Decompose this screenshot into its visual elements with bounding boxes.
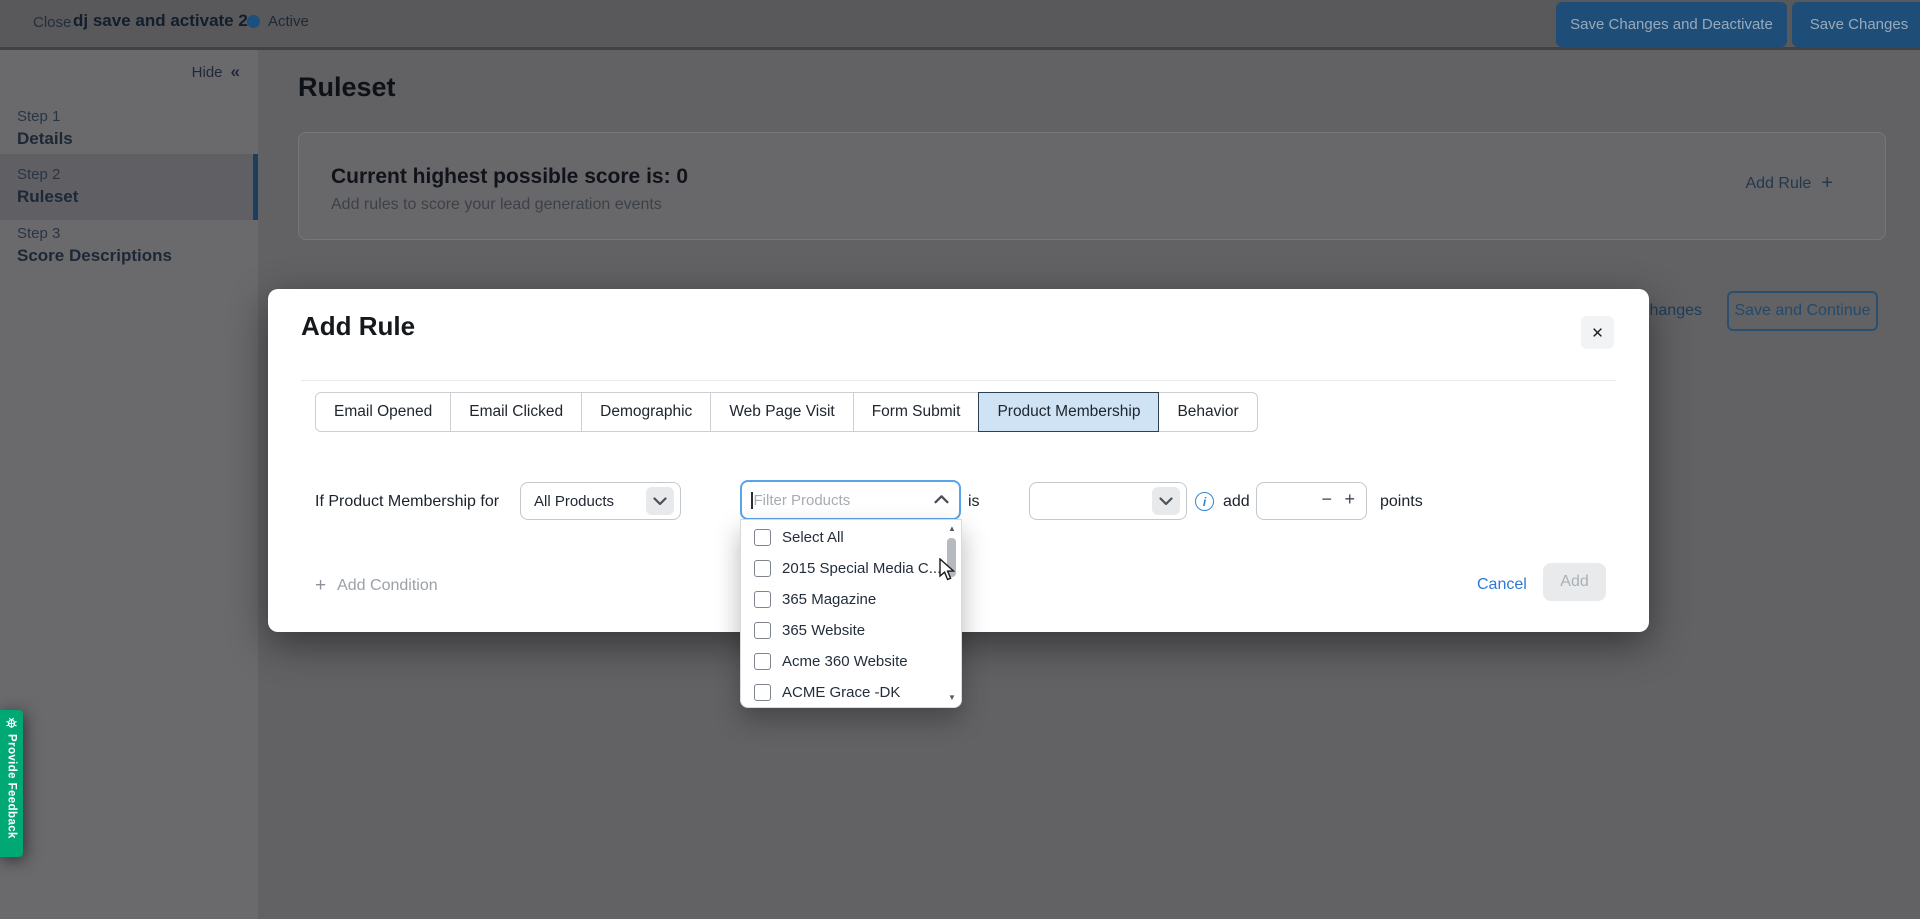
status-label: Active: [268, 13, 309, 30]
dropdown-option[interactable]: Acme 360 Website: [741, 646, 961, 677]
checkbox[interactable]: [754, 653, 771, 670]
rule-prefix-label: If Product Membership for: [315, 493, 499, 511]
add-button[interactable]: Add: [1543, 563, 1606, 601]
tab-form-submit[interactable]: Form Submit: [853, 392, 980, 432]
step-name: Score Descriptions: [17, 244, 258, 267]
steps-sidebar: Hide « Step 1 Details Step 2 Ruleset Ste…: [0, 50, 258, 919]
score-summary-card: Current highest possible score is: 0 Add…: [298, 132, 1886, 240]
status-dot-icon: [247, 15, 260, 28]
dropdown-option[interactable]: 365 Website: [741, 615, 961, 646]
hide-label: Hide: [192, 64, 223, 81]
step-name: Details: [17, 127, 258, 150]
modal-title: Add Rule: [301, 311, 415, 342]
scroll-up-icon[interactable]: ▲: [945, 524, 959, 533]
option-label: 365 Magazine: [782, 591, 876, 608]
step-number: Step 3: [17, 223, 258, 244]
step-name: Ruleset: [17, 185, 253, 208]
status-badge: Active: [247, 13, 309, 30]
divider: [301, 380, 1616, 381]
scroll-down-icon[interactable]: ▼: [945, 693, 959, 702]
add-label: add: [1223, 493, 1250, 511]
option-label: 365 Website: [782, 622, 865, 639]
plus-icon[interactable]: +: [1344, 489, 1355, 510]
plus-icon: +: [315, 575, 326, 597]
option-label: Acme 360 Website: [782, 653, 908, 670]
save-and-continue-button[interactable]: Save and Continue: [1727, 291, 1878, 331]
points-label: points: [1380, 493, 1423, 511]
cancel-button[interactable]: Cancel: [1477, 576, 1527, 594]
page-title: Ruleset: [298, 72, 396, 103]
plus-icon: +: [1821, 172, 1833, 195]
is-label: is: [968, 493, 980, 511]
close-icon[interactable]: ✕: [1581, 316, 1614, 349]
membership-value-select[interactable]: [1029, 482, 1187, 520]
sidebar-item-score-descriptions[interactable]: Step 3 Score Descriptions: [0, 213, 258, 279]
option-label: Select All: [782, 529, 844, 546]
step-number: Step 2: [17, 164, 253, 185]
checkbox[interactable]: [754, 591, 771, 608]
add-rule-label: Add Rule: [1745, 175, 1811, 193]
feedback-label: Provide Feedback: [6, 734, 18, 839]
save-changes-button[interactable]: Save Changes: [1792, 2, 1920, 47]
dropdown-option[interactable]: 365 Magazine: [741, 584, 961, 615]
mouse-cursor: [938, 558, 960, 582]
tab-email-opened[interactable]: Email Opened: [315, 392, 451, 432]
dropdown-option[interactable]: ACME Grace -DK: [741, 677, 961, 708]
hide-sidebar-button[interactable]: Hide «: [192, 62, 240, 82]
add-rule-link[interactable]: Add Rule +: [1745, 172, 1833, 195]
collapse-left-icon: «: [231, 62, 240, 82]
rule-type-tabs: Email Opened Email Clicked Demographic W…: [315, 392, 1258, 432]
close-button[interactable]: Close: [33, 14, 71, 31]
filter-products-input[interactable]: [754, 492, 935, 509]
minus-icon[interactable]: −: [1321, 489, 1332, 510]
chevron-down-icon[interactable]: [646, 487, 674, 515]
product-filter-combobox[interactable]: [740, 480, 961, 520]
product-scope-value: All Products: [534, 493, 646, 510]
save-changes-deactivate-button[interactable]: Save Changes and Deactivate: [1556, 2, 1787, 47]
add-condition-label: Add Condition: [337, 577, 438, 595]
checkbox[interactable]: [754, 622, 771, 639]
provide-feedback-tab[interactable]: Provide Feedback: [0, 710, 23, 857]
checkbox[interactable]: [754, 684, 771, 701]
dropdown-option[interactable]: 2015 Special Media C...: [741, 553, 961, 584]
text-caret: [751, 492, 753, 509]
highest-score-text: Current highest possible score is: 0: [331, 165, 688, 189]
points-stepper[interactable]: − +: [1256, 482, 1367, 520]
checkbox[interactable]: [754, 529, 771, 546]
tab-email-clicked[interactable]: Email Clicked: [450, 392, 582, 432]
checkbox[interactable]: [754, 560, 771, 577]
chevron-down-icon[interactable]: [1152, 487, 1180, 515]
step-number: Step 1: [17, 106, 258, 127]
product-dropdown-list: Select All 2015 Special Media C... 365 M…: [740, 519, 962, 708]
sidebar-item-details[interactable]: Step 1 Details: [0, 96, 258, 162]
dropdown-option-select-all[interactable]: Select All: [741, 522, 961, 553]
sidebar-item-ruleset[interactable]: Step 2 Ruleset: [0, 154, 258, 220]
info-icon[interactable]: i: [1195, 492, 1214, 511]
chevron-up-icon[interactable]: [934, 491, 949, 509]
option-label: ACME Grace -DK: [782, 684, 900, 701]
product-scope-select[interactable]: All Products: [520, 482, 681, 520]
tab-product-membership[interactable]: Product Membership: [978, 392, 1159, 432]
program-title: dj save and activate 2: [73, 11, 248, 31]
add-condition-button[interactable]: + Add Condition: [315, 575, 438, 597]
dropdown-scrollbar[interactable]: ▲ ▼: [945, 524, 959, 702]
option-label: 2015 Special Media C...: [782, 560, 941, 577]
tab-web-page-visit[interactable]: Web Page Visit: [710, 392, 853, 432]
tab-behavior[interactable]: Behavior: [1158, 392, 1257, 432]
score-subtitle: Add rules to score your lead generation …: [331, 196, 662, 214]
top-bar: Close dj save and activate 2 Active Save…: [0, 0, 1920, 50]
tab-demographic[interactable]: Demographic: [581, 392, 711, 432]
bug-icon: [5, 716, 18, 729]
